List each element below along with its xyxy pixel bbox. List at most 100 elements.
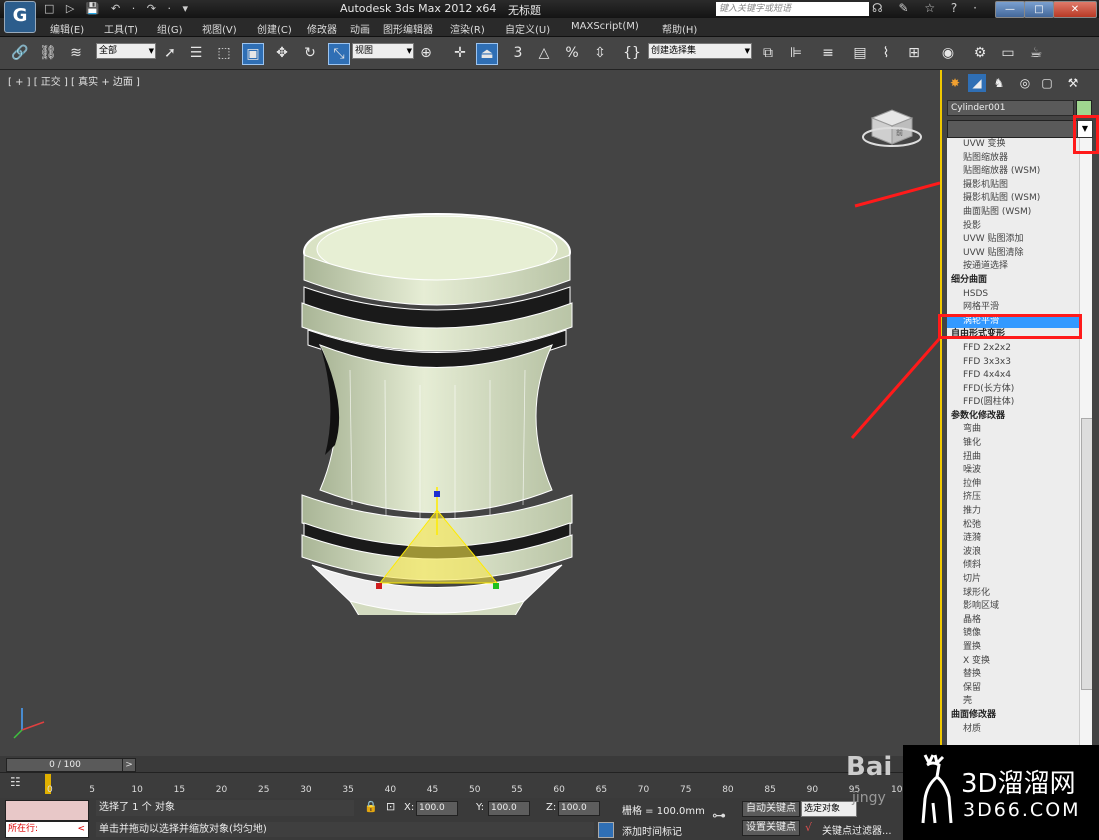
unlink-icon[interactable]: ⛓ bbox=[38, 43, 58, 63]
utilities-tab-icon[interactable]: ⚒ bbox=[1064, 74, 1082, 92]
quick-access-toolbar[interactable]: □ ▷ 💾 ↶ · ↷ · ▾ bbox=[44, 2, 192, 15]
align-icon[interactable]: ⊫ bbox=[786, 43, 806, 63]
key-filters-button[interactable]: 关键点过滤器... bbox=[822, 822, 892, 837]
modifier-list-item[interactable]: 曲面贴图 (WSM) bbox=[947, 206, 1092, 220]
modifier-list-item[interactable]: 摄影机贴图 (WSM) bbox=[947, 192, 1092, 206]
add-time-tag[interactable]: 添加时间标记 bbox=[622, 823, 682, 838]
maxscript-listener[interactable] bbox=[5, 800, 89, 821]
y-coordinate-input[interactable]: 100.0 bbox=[488, 801, 530, 816]
maxscript-mini-listener[interactable]: 所在行: < bbox=[5, 821, 89, 838]
modifier-list-item[interactable]: 挤压 bbox=[947, 491, 1092, 505]
modifier-list-item[interactable]: FFD(圆柱体) bbox=[947, 396, 1092, 410]
time-next-arrow[interactable]: > bbox=[122, 758, 136, 772]
modifier-list-item[interactable]: 影响区域 bbox=[947, 600, 1092, 614]
hierarchy-tab-icon[interactable]: ♞ bbox=[990, 74, 1008, 92]
pivot-center-icon[interactable]: ⊕ bbox=[416, 43, 436, 63]
set-key-icon[interactable]: ⊶ bbox=[712, 808, 726, 824]
close-button[interactable]: ✕ bbox=[1053, 1, 1097, 18]
auto-key-button[interactable]: 自动关键点 bbox=[742, 801, 800, 817]
search-input[interactable]: 键入关键字或短语 bbox=[716, 2, 869, 16]
selection-region-icon[interactable]: ⬚ bbox=[214, 43, 234, 63]
edit-named-selection-icon[interactable]: {} bbox=[622, 43, 642, 63]
z-coordinate-input[interactable]: 100.0 bbox=[558, 801, 600, 816]
time-tag-icon[interactable] bbox=[598, 822, 614, 838]
schematic-view-icon[interactable]: ⊞ bbox=[904, 43, 924, 63]
menu-views[interactable]: 视图(V) bbox=[202, 21, 237, 36]
menu-group[interactable]: 组(G) bbox=[157, 21, 183, 36]
mini-curve-editor-icon[interactable]: ☷ bbox=[10, 775, 32, 795]
selection-filter-dropdown[interactable]: 全部 bbox=[96, 43, 156, 59]
modifier-list-item[interactable]: 网格平滑 bbox=[947, 301, 1092, 315]
modifier-list-item[interactable]: 镜像 bbox=[947, 627, 1092, 641]
layer-manager-icon[interactable]: ≡ bbox=[818, 43, 838, 63]
modifier-list-item[interactable]: 波浪 bbox=[947, 546, 1092, 560]
create-tab-icon[interactable]: ✸ bbox=[946, 74, 964, 92]
modifier-list-item[interactable]: 拉伸 bbox=[947, 478, 1092, 492]
key-mode-icon[interactable]: √ bbox=[805, 821, 812, 834]
window-crossing-icon[interactable]: ▣ bbox=[242, 43, 264, 65]
modifier-list-item[interactable]: 材质 bbox=[947, 723, 1092, 737]
absolute-mode-icon[interactable]: ⊡ bbox=[386, 800, 395, 813]
menu-animation[interactable]: 动画 bbox=[350, 21, 370, 36]
app-logo-icon[interactable]: G bbox=[4, 1, 36, 33]
minimize-button[interactable]: — bbox=[995, 1, 1025, 18]
selected-object-dropdown[interactable]: 选定对象 bbox=[801, 801, 857, 817]
reference-coordinate-dropdown[interactable]: 视图 bbox=[352, 43, 414, 59]
motion-tab-icon[interactable]: ◎ bbox=[1016, 74, 1034, 92]
modifier-list-item[interactable]: FFD 2x2x2 bbox=[947, 342, 1092, 356]
rendered-frame-window-icon[interactable]: ▭ bbox=[998, 43, 1018, 63]
viewport-label[interactable]: [ + ] [ 正交 ] [ 真实 + 边面 ] bbox=[8, 73, 140, 88]
spinner-snap-icon[interactable]: ⇳ bbox=[590, 43, 610, 63]
modifier-list-item[interactable]: 扭曲 bbox=[947, 451, 1092, 465]
material-editor-icon[interactable]: ◉ bbox=[938, 43, 958, 63]
help-icons[interactable]: ☊ ✎ ☆ ? · bbox=[872, 1, 983, 15]
modifier-list-item[interactable]: FFD 3x3x3 bbox=[947, 356, 1092, 370]
modify-tab-icon[interactable]: ◢ bbox=[968, 74, 986, 92]
x-coordinate-input[interactable]: 100.0 bbox=[416, 801, 458, 816]
named-selection-dropdown[interactable]: 创建选择集 bbox=[648, 43, 752, 59]
select-by-name-icon[interactable]: ☰ bbox=[186, 43, 206, 63]
link-icon[interactable]: 🔗 bbox=[10, 43, 30, 63]
modifier-list-item[interactable]: 松弛 bbox=[947, 519, 1092, 533]
graphite-tools-icon[interactable]: ▤ bbox=[850, 43, 870, 63]
scrollbar-thumb[interactable] bbox=[1081, 418, 1092, 690]
modifier-list-item[interactable]: 壳 bbox=[947, 695, 1092, 709]
menu-rendering[interactable]: 渲染(R) bbox=[450, 21, 485, 36]
object-color-swatch[interactable] bbox=[1076, 100, 1092, 116]
cylinder-model[interactable] bbox=[290, 205, 590, 615]
modifier-list-item[interactable]: UVW 变换 bbox=[947, 138, 1092, 152]
maximize-button[interactable]: □ bbox=[1024, 1, 1054, 18]
menu-create[interactable]: 创建(C) bbox=[257, 21, 292, 36]
object-name-field[interactable]: Cylinder001 bbox=[947, 100, 1074, 116]
curve-editor-icon[interactable]: ⌇ bbox=[876, 43, 896, 63]
mirror-icon[interactable]: ⧉ bbox=[758, 43, 778, 63]
scale-icon[interactable]: ⤡ bbox=[328, 43, 350, 65]
menu-customize[interactable]: 自定义(U) bbox=[505, 21, 550, 36]
select-object-icon[interactable]: ➚ bbox=[160, 43, 180, 63]
modifier-list-item[interactable]: FFD(长方体) bbox=[947, 383, 1092, 397]
modifier-list-item[interactable]: 贴图缩放器 (WSM) bbox=[947, 165, 1092, 179]
menu-tools[interactable]: 工具(T) bbox=[104, 21, 138, 36]
modifier-list-dropdown[interactable] bbox=[947, 120, 1079, 138]
angle-snap-icon[interactable]: △ bbox=[534, 43, 554, 63]
menu-help[interactable]: 帮助(H) bbox=[662, 21, 697, 36]
lock-icon[interactable]: 🔒 bbox=[364, 800, 378, 813]
set-key-button[interactable]: 设置关键点 bbox=[742, 820, 800, 836]
modifier-list-item[interactable]: 替换 bbox=[947, 668, 1092, 682]
list-scrollbar[interactable] bbox=[1079, 138, 1092, 756]
percent-snap-icon[interactable]: % bbox=[562, 43, 582, 63]
time-slider[interactable]: 0 / 100 bbox=[6, 758, 124, 772]
menu-modifiers[interactable]: 修改器 bbox=[307, 21, 337, 36]
modifier-list-item[interactable]: 推力 bbox=[947, 505, 1092, 519]
modifier-list-item[interactable]: HSDS bbox=[947, 288, 1092, 302]
select-manipulate-icon[interactable]: ✛ bbox=[450, 43, 470, 63]
modifier-list-item[interactable]: 球形化 bbox=[947, 587, 1092, 601]
modifier-list-item[interactable]: 锥化 bbox=[947, 437, 1092, 451]
modifier-list-item[interactable]: 涟漪 bbox=[947, 532, 1092, 546]
menu-maxscript[interactable]: MAXScript(M) bbox=[571, 21, 639, 32]
modifier-list-item[interactable]: 弯曲 bbox=[947, 423, 1092, 437]
modifier-list-item[interactable]: 贴图缩放器 bbox=[947, 152, 1092, 166]
modifier-list-item[interactable]: 投影 bbox=[947, 220, 1092, 234]
modifier-list-item[interactable]: UVW 贴图清除 bbox=[947, 247, 1092, 261]
move-icon[interactable]: ✥ bbox=[272, 43, 292, 63]
